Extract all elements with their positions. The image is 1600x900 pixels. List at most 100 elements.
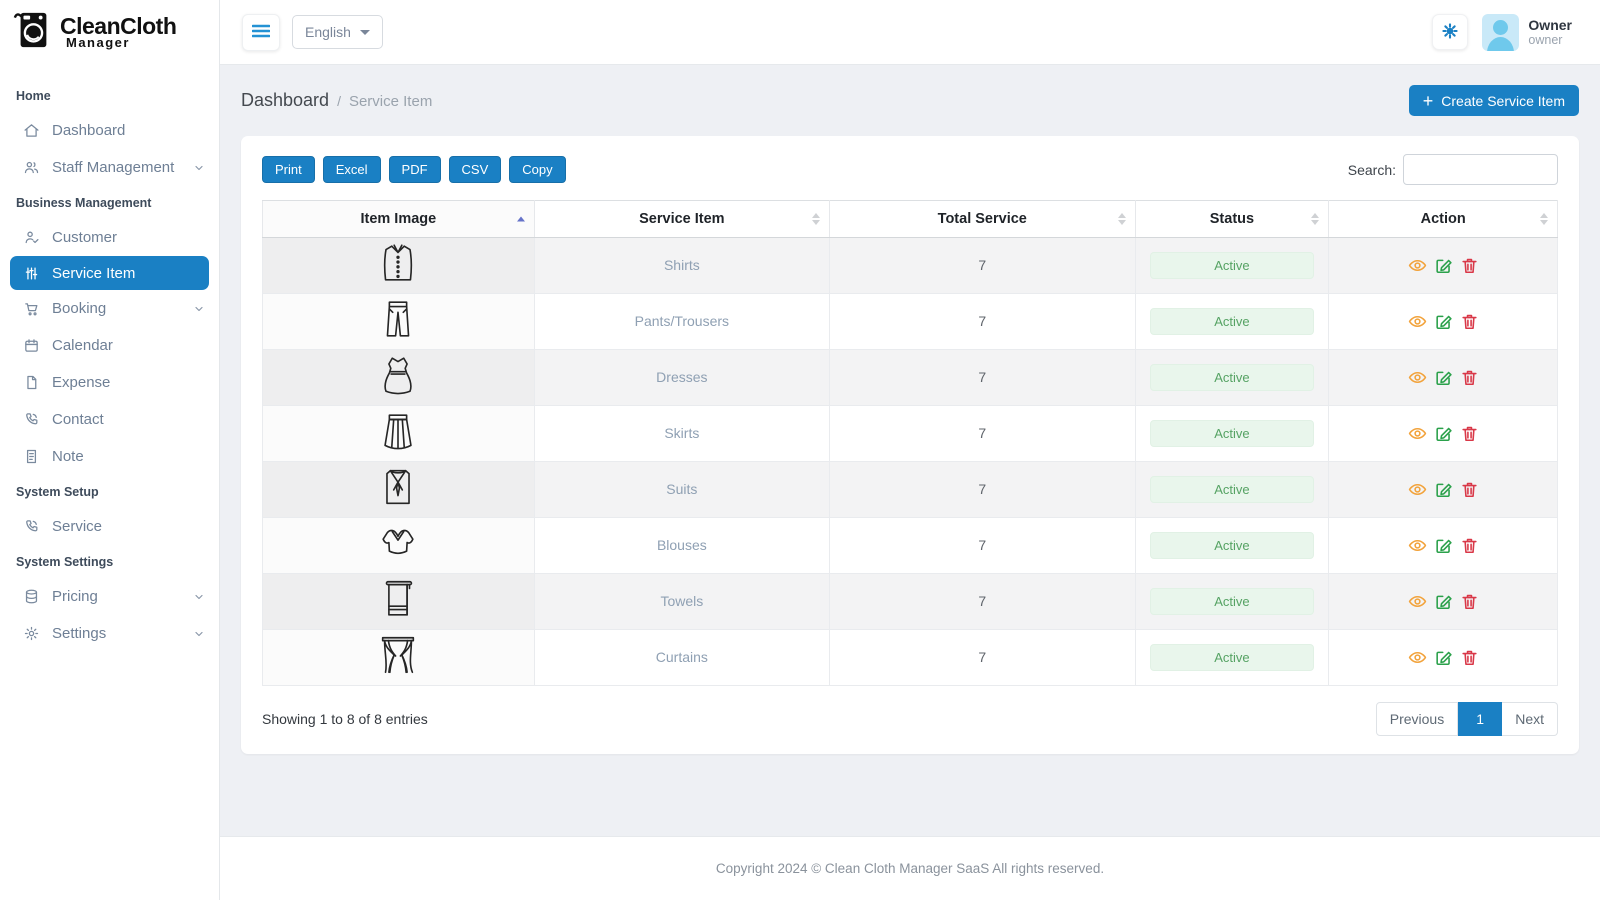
status-badge: Active (1150, 588, 1315, 615)
edit-pencil-icon[interactable] (1434, 480, 1453, 499)
status-badge: Active (1150, 532, 1315, 559)
skirt-icon (375, 407, 421, 455)
home-icon (22, 122, 40, 140)
table-row: Skirts 7 Active (263, 406, 1558, 462)
delete-trash-icon[interactable] (1460, 536, 1479, 555)
user-role: owner (1528, 33, 1572, 47)
gear-icon (1441, 22, 1459, 43)
sidebar-item-pricing[interactable]: Pricing (0, 578, 219, 615)
delete-trash-icon[interactable] (1460, 256, 1479, 275)
file-icon (22, 374, 40, 392)
hamburger-icon (252, 24, 270, 41)
sidebar-item-booking[interactable]: Booking (0, 290, 219, 327)
view-eye-icon[interactable] (1408, 256, 1427, 275)
users-icon (22, 159, 40, 177)
view-eye-icon[interactable] (1408, 648, 1427, 667)
total-service-count: 7 (978, 257, 986, 273)
washing-machine-icon (12, 8, 54, 57)
caret-down-icon (360, 30, 370, 35)
breadcrumb-dashboard[interactable]: Dashboard (241, 90, 329, 111)
plus-icon: + (1423, 92, 1434, 110)
create-service-item-button[interactable]: + Create Service Item (1409, 85, 1579, 116)
create-button-label: Create Service Item (1441, 93, 1565, 109)
edit-pencil-icon[interactable] (1434, 368, 1453, 387)
search-label: Search: (1348, 162, 1396, 178)
sort-both-icon (812, 213, 820, 225)
view-eye-icon[interactable] (1408, 480, 1427, 499)
delete-trash-icon[interactable] (1460, 480, 1479, 499)
chevron-down-icon (193, 628, 205, 640)
sidebar-item-label: Dashboard (52, 122, 125, 139)
edit-pencil-icon[interactable] (1434, 536, 1453, 555)
search-input[interactable] (1403, 154, 1558, 185)
sidebar-item-dashboard[interactable]: Dashboard (0, 112, 219, 149)
delete-trash-icon[interactable] (1460, 424, 1479, 443)
total-service-count: 7 (978, 369, 986, 385)
page-content: Dashboard / Service Item + Create Servic… (220, 65, 1600, 836)
user-info: Owner owner (1528, 18, 1572, 47)
column-header-item-image[interactable]: Item Image (263, 201, 535, 238)
sidebar-item-service-item[interactable]: Service Item (10, 256, 209, 290)
copy-button[interactable]: Copy (509, 156, 565, 183)
excel-button[interactable]: Excel (323, 156, 381, 183)
sidebar-item-label: Expense (52, 374, 110, 391)
next-page-button[interactable]: Next (1502, 702, 1558, 736)
sidebar-item-label: Booking (52, 300, 106, 317)
suit-icon (375, 463, 421, 511)
delete-trash-icon[interactable] (1460, 312, 1479, 331)
sidebar-item-calendar[interactable]: Calendar (0, 327, 219, 364)
view-eye-icon[interactable] (1408, 536, 1427, 555)
delete-trash-icon[interactable] (1460, 592, 1479, 611)
sidebar-item-customer[interactable]: Customer (0, 219, 219, 256)
csv-button[interactable]: CSV (449, 156, 502, 183)
delete-trash-icon[interactable] (1460, 648, 1479, 667)
delete-trash-icon[interactable] (1460, 368, 1479, 387)
user-menu[interactable]: Owner owner (1482, 14, 1572, 51)
print-button[interactable]: Print (262, 156, 315, 183)
view-eye-icon[interactable] (1408, 312, 1427, 331)
topbar: English Owner owner (220, 0, 1600, 65)
sidebar-item-expense[interactable]: Expense (0, 364, 219, 401)
language-dropdown[interactable]: English (292, 15, 383, 49)
chevron-down-icon (193, 162, 205, 174)
previous-page-button[interactable]: Previous (1376, 702, 1458, 736)
sliders-icon (22, 264, 40, 282)
sidebar-item-contact[interactable]: Contact (0, 401, 219, 438)
gear-icon (22, 625, 40, 643)
shirt-icon (375, 239, 421, 287)
service-item-name: Pants/Trousers (635, 313, 729, 329)
settings-gear-button[interactable] (1432, 14, 1468, 50)
edit-pencil-icon[interactable] (1434, 592, 1453, 611)
user-check-icon (22, 229, 40, 247)
sort-both-icon (1311, 213, 1319, 225)
sidebar-item-note[interactable]: Note (0, 438, 219, 475)
column-header-status[interactable]: Status (1135, 201, 1329, 238)
sidebar-item-settings[interactable]: Settings (0, 615, 219, 652)
pdf-button[interactable]: PDF (389, 156, 441, 183)
view-eye-icon[interactable] (1408, 592, 1427, 611)
view-eye-icon[interactable] (1408, 424, 1427, 443)
edit-pencil-icon[interactable] (1434, 256, 1453, 275)
sidebar-nav: Home Dashboard Staff Management Business… (0, 65, 219, 652)
column-header-action[interactable]: Action (1329, 201, 1558, 238)
brand-logo[interactable]: CleanCloth Manager (0, 0, 219, 65)
sidebar-item-service[interactable]: Service (0, 508, 219, 545)
edit-pencil-icon[interactable] (1434, 312, 1453, 331)
edit-pencil-icon[interactable] (1434, 424, 1453, 443)
pants-icon (375, 295, 421, 343)
sidebar-item-staff-management[interactable]: Staff Management (0, 149, 219, 186)
page-1-button[interactable]: 1 (1458, 702, 1502, 736)
table-header-row: Item Image Service Item Total Service St… (263, 201, 1558, 238)
status-badge: Active (1150, 420, 1315, 447)
phone-icon (22, 518, 40, 536)
breadcrumb: Dashboard / Service Item (241, 90, 432, 111)
view-eye-icon[interactable] (1408, 368, 1427, 387)
sort-both-icon (1540, 213, 1548, 225)
column-header-total-service[interactable]: Total Service (830, 201, 1136, 238)
edit-pencil-icon[interactable] (1434, 648, 1453, 667)
chevron-down-icon (193, 303, 205, 315)
column-header-service-item[interactable]: Service Item (534, 201, 829, 238)
hamburger-menu-button[interactable] (242, 14, 280, 51)
status-badge: Active (1150, 252, 1315, 279)
table-card: Print Excel PDF CSV Copy Search: Item Im… (241, 136, 1579, 754)
